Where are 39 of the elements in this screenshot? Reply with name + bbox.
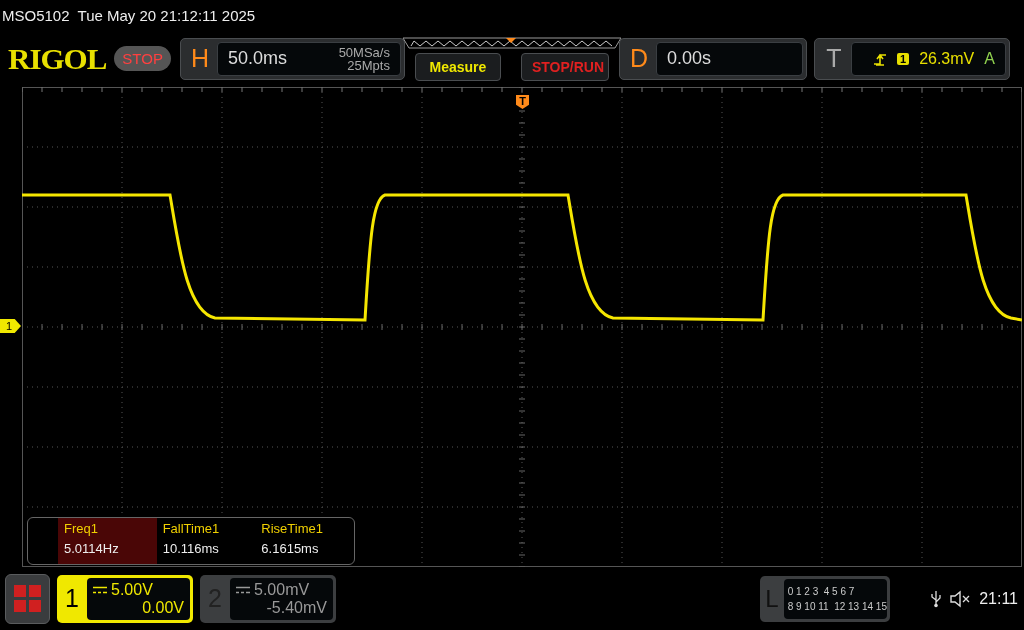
measurement-item[interactable]: RiseTime1 6.1615ms [255, 518, 354, 564]
trigger-source-badge: 1 [897, 52, 910, 65]
trigger-position-marker[interactable]: T [516, 95, 529, 109]
trigger-level: 26.3mV [919, 49, 975, 68]
timebase-value: 50.0ms [227, 48, 287, 69]
measurement-item[interactable]: Freq1 5.0114Hz [58, 518, 157, 564]
trigger-mode: A [984, 49, 995, 68]
brand-logo: RIGOL [8, 41, 107, 76]
measure-button[interactable]: Measure [414, 52, 501, 81]
usb-icon [931, 589, 942, 608]
rising-edge-icon [873, 51, 887, 66]
model-name: MSO5102 [2, 6, 70, 24]
run-state-badge: STOP [114, 46, 171, 71]
speaker-muted-icon [949, 589, 972, 608]
dc-coupling-icon [93, 585, 107, 594]
logic-channels: 0 1 2 3 4 5 6 7 [787, 585, 856, 597]
channel-panel[interactable]: 1 5.00V 0.00V [57, 574, 193, 623]
sample-rate: 50MSa/s [338, 45, 390, 59]
trigger-label: T [825, 44, 843, 73]
channel-offset: -5.40mV [266, 598, 327, 617]
delay-label: D [628, 44, 649, 73]
timebase-field[interactable]: 50.0ms 50MSa/s 25Mpts [216, 41, 401, 76]
clock-time: 21:11 [979, 589, 1018, 608]
delay-field[interactable]: 0.00s [655, 41, 803, 76]
memory-depth: 25Mpts [347, 58, 390, 72]
trigger-field[interactable]: 1 26.3mV A [850, 41, 1006, 76]
channel-offset: 0.00V [142, 598, 184, 617]
horizontal-label: H [189, 44, 210, 73]
date-time: Tue May 20 21:12:11 2025 [77, 6, 256, 24]
delay-value: 0.00s [666, 48, 711, 69]
channel-scale: 5.00V [111, 580, 153, 599]
channel-offset-marker[interactable]: 1 [0, 319, 21, 333]
dc-coupling-icon [236, 585, 250, 594]
measurement-item[interactable]: FallTime1 10.116ms [156, 518, 256, 564]
logic-channels: 8 9 10 11 12 13 14 15 [787, 600, 887, 612]
channel-number: 1 [64, 583, 80, 614]
stop-run-button[interactable]: STOP/RUN [520, 52, 609, 81]
menu-button[interactable] [5, 573, 50, 624]
channel-scale: 5.00mV [254, 580, 310, 599]
